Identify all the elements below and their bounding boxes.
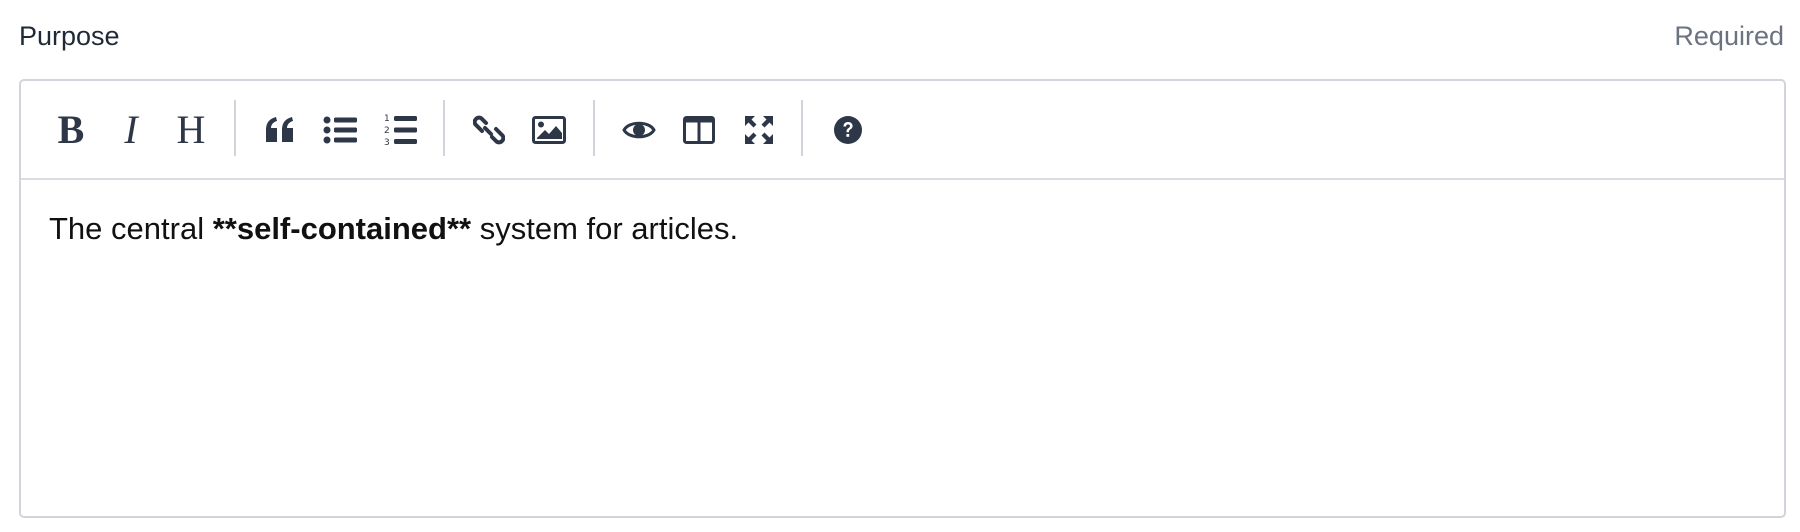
guide-button[interactable] — [825, 107, 871, 153]
field-header: Purpose Required — [19, 0, 1784, 78]
side-by-side-button[interactable] — [676, 107, 722, 153]
heading-button[interactable]: H — [168, 107, 214, 153]
editor-textarea[interactable]: The central **self-contained** system fo… — [49, 211, 738, 247]
purpose-field: Purpose Required B I H 1 2 3 The central… — [19, 0, 1786, 518]
ordered-list-icon: 1 2 3 — [384, 114, 417, 147]
eye-icon — [622, 121, 656, 139]
editor-bold-text: **self-contained** — [212, 211, 472, 246]
link-button[interactable] — [466, 107, 512, 153]
expand-icon — [745, 116, 773, 144]
svg-text:2: 2 — [384, 126, 390, 136]
heading-icon: H — [176, 107, 206, 152]
unordered-list-icon — [323, 116, 357, 144]
svg-text:1: 1 — [384, 114, 390, 124]
editor-toolbar: B I H 1 2 3 — [21, 81, 1784, 180]
fullscreen-button[interactable] — [736, 107, 782, 153]
preview-button[interactable] — [616, 107, 662, 153]
required-indicator: Required — [1674, 21, 1784, 51]
quote-button[interactable] — [257, 107, 303, 153]
quote-icon — [266, 117, 293, 142]
italic-icon: I — [124, 107, 138, 152]
ordered-list-button[interactable]: 1 2 3 — [377, 107, 423, 153]
field-label: Purpose — [19, 21, 120, 51]
svg-text:3: 3 — [384, 138, 390, 147]
bold-button[interactable]: B — [48, 107, 94, 153]
toolbar-separator — [801, 100, 803, 156]
toolbar-separator — [443, 100, 445, 156]
italic-button[interactable]: I — [108, 107, 154, 153]
link-icon — [473, 115, 505, 145]
editor-text: system for articles. — [471, 211, 739, 246]
columns-icon — [683, 116, 715, 144]
image-button[interactable] — [526, 107, 572, 153]
toolbar-separator — [593, 100, 595, 156]
image-icon — [532, 116, 566, 144]
editor-text: The central — [49, 211, 213, 246]
bold-icon: B — [57, 107, 85, 152]
unordered-list-button[interactable] — [317, 107, 363, 153]
toolbar-separator — [234, 100, 236, 156]
question-circle-icon — [834, 116, 862, 144]
markdown-editor: B I H 1 2 3 The central **self-contained… — [19, 79, 1786, 518]
